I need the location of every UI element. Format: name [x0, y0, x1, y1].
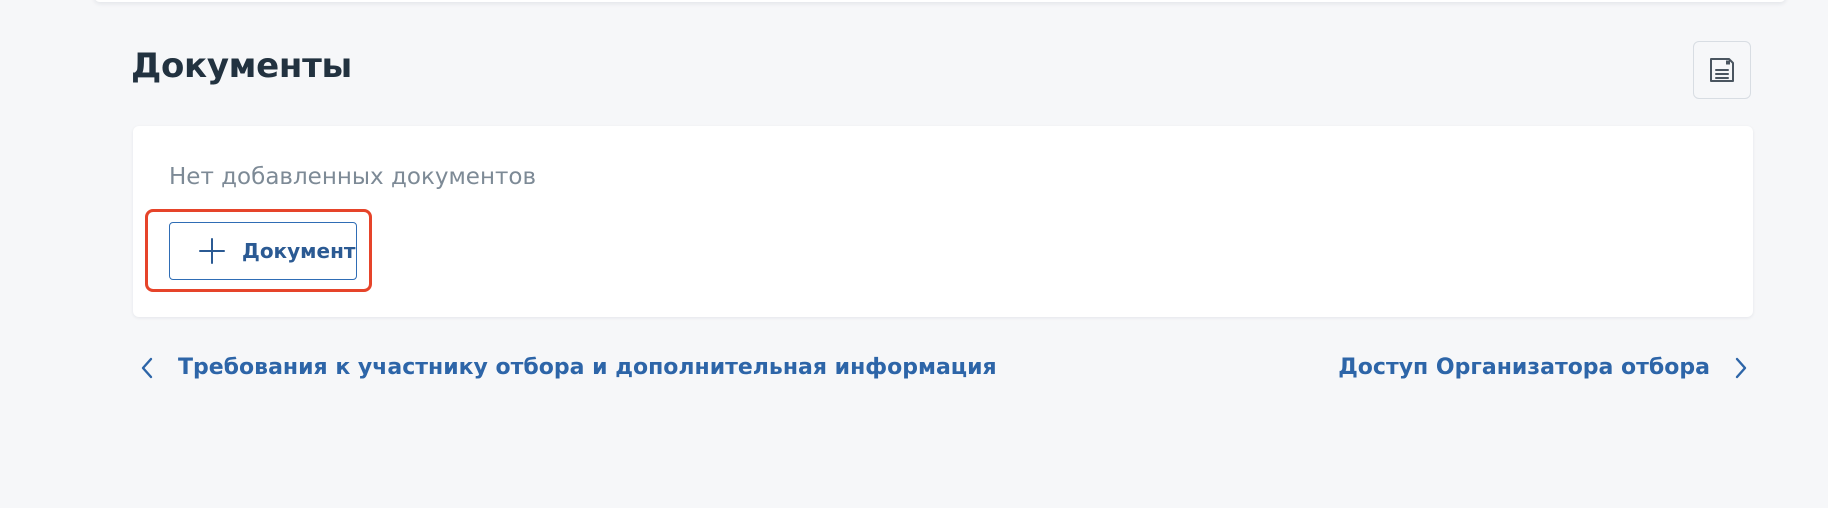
chevron-left-icon: [140, 356, 154, 380]
save-draft-icon: [1707, 55, 1737, 85]
next-section-link[interactable]: Доступ Организатора отбора: [1338, 355, 1748, 380]
prev-section-link[interactable]: Требования к участнику отбора и дополнит…: [140, 355, 997, 380]
chevron-right-icon: [1734, 356, 1748, 380]
next-section-label: Доступ Организатора отбора: [1338, 355, 1710, 380]
page-title: Документы: [131, 46, 352, 86]
prev-section-label: Требования к участнику отбора и дополнит…: [178, 355, 997, 380]
add-document-label: Документ: [242, 239, 356, 263]
add-document-button[interactable]: Документ: [169, 222, 357, 280]
save-draft-button[interactable]: [1693, 41, 1751, 99]
plus-icon: [198, 237, 226, 265]
empty-documents-text: Нет добавленных документов: [169, 164, 537, 190]
previous-section-card-edge: [94, 0, 1786, 2]
documents-card: Нет добавленных документов Документ: [133, 126, 1753, 317]
